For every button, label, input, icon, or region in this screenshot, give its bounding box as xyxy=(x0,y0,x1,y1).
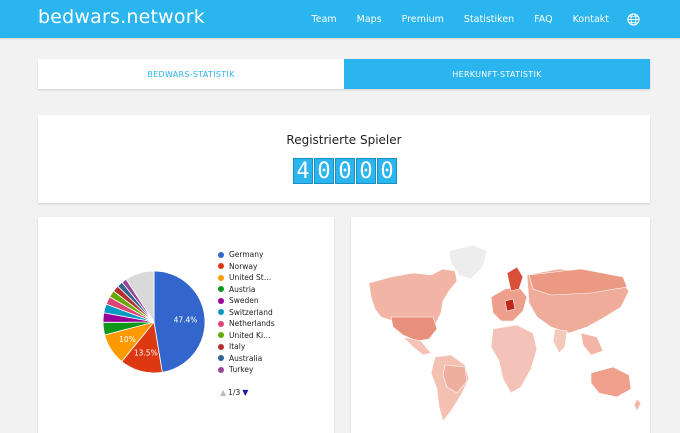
counter-digit: 4 xyxy=(293,158,313,184)
counter-digit: 0 xyxy=(356,158,376,184)
map-germany xyxy=(504,298,516,312)
nav-maps[interactable]: Maps xyxy=(357,14,382,25)
legend-label: Germany xyxy=(229,250,264,260)
map-new-zealand xyxy=(633,398,642,412)
legend-label: Switzerland xyxy=(229,307,273,317)
pie-slice-label: 47.4% xyxy=(174,315,198,324)
tab-bedwars-statistik[interactable]: BEDWARS-STATISTIK xyxy=(38,59,344,89)
nav-links: Team Maps Premium Statistiken FAQ Kontak… xyxy=(292,0,640,38)
legend-swatch xyxy=(218,320,224,327)
legend-item[interactable]: Australia xyxy=(218,353,275,365)
legend-item[interactable]: United Ki… xyxy=(218,330,275,342)
pager-prev-icon[interactable]: ▲ xyxy=(220,388,226,397)
pie-legend: Germany Norway United St… Austria Sweden Swit… xyxy=(218,249,275,376)
counter-title: Registrierte Spieler xyxy=(286,133,402,147)
legend-pager: ▲ 1/3 ▼ xyxy=(218,388,250,397)
legend-swatch xyxy=(218,355,224,362)
map-india xyxy=(552,328,568,354)
brand-logo[interactable]: bedwars.network xyxy=(38,6,205,28)
legend-swatch xyxy=(218,286,224,293)
tab-herkunft-statistik[interactable]: HERKUNFT-STATISTIK xyxy=(344,59,650,89)
nav-faq[interactable]: FAQ xyxy=(534,14,552,25)
legend-item[interactable]: Italy xyxy=(218,341,275,353)
map-africa xyxy=(490,324,538,394)
pager-next-icon[interactable]: ▼ xyxy=(242,388,248,397)
legend-item[interactable]: Germany xyxy=(218,249,275,261)
legend-item[interactable]: Sweden xyxy=(218,295,275,307)
legend-label: Norway xyxy=(229,261,258,271)
legend-label: Sweden xyxy=(229,296,259,306)
world-map[interactable] xyxy=(351,217,650,433)
map-australia xyxy=(590,366,632,398)
legend-swatch xyxy=(218,263,224,270)
nav-premium[interactable]: Premium xyxy=(402,14,444,25)
nav-statistiken[interactable]: Statistiken xyxy=(464,14,514,25)
legend-swatch xyxy=(218,274,224,281)
legend-label: United St… xyxy=(229,273,272,283)
nav-kontakt[interactable]: Kontakt xyxy=(573,14,609,25)
map-usa xyxy=(390,316,438,342)
legend-label: Austria xyxy=(229,284,256,294)
legend-item[interactable]: United St… xyxy=(218,272,275,284)
legend-label: Netherlands xyxy=(229,319,275,329)
counter-digit: 0 xyxy=(335,158,355,184)
legend-swatch xyxy=(218,297,224,304)
legend-item[interactable]: Netherlands xyxy=(218,318,275,330)
legend-swatch xyxy=(218,366,224,373)
pie-slice-label: 10% xyxy=(119,335,136,344)
nav-team[interactable]: Team xyxy=(312,14,337,25)
globe-icon[interactable] xyxy=(627,12,640,26)
map-scandinavia xyxy=(506,266,524,292)
player-counter-card: Registrierte Spieler 4 0 0 0 0 xyxy=(38,115,650,203)
counter-digit: 0 xyxy=(314,158,334,184)
legend-item[interactable]: Austria xyxy=(218,284,275,296)
counter-digit: 0 xyxy=(377,158,397,184)
counter-digits: 4 0 0 0 0 xyxy=(293,158,398,184)
legend-label: United Ki… xyxy=(229,330,271,340)
pager-label: 1/3 xyxy=(228,388,241,397)
legend-item[interactable]: Turkey xyxy=(218,364,275,376)
legend-swatch xyxy=(218,343,224,350)
legend-item[interactable]: Norway xyxy=(218,261,275,273)
stats-tabs: BEDWARS-STATISTIK HERKUNFT-STATISTIK xyxy=(38,59,650,89)
top-navbar: bedwars.network Team Maps Premium Statis… xyxy=(0,0,680,38)
country-pie-chart: 47.4% 13.5% 10% xyxy=(102,270,206,374)
world-map-card xyxy=(351,217,650,433)
legend-item[interactable]: Switzerland xyxy=(218,307,275,319)
pie-slice-label: 13.5% xyxy=(134,349,158,358)
legend-label: Australia xyxy=(229,353,263,363)
map-southeast-asia xyxy=(580,332,604,356)
legend-swatch xyxy=(218,251,224,258)
legend-swatch xyxy=(218,332,224,339)
legend-label: Turkey xyxy=(229,365,254,375)
legend-swatch xyxy=(218,309,224,316)
legend-label: Italy xyxy=(229,342,246,352)
country-pie-card: 47.4% 13.5% 10% Germany Norway United St… Aus… xyxy=(38,217,334,433)
